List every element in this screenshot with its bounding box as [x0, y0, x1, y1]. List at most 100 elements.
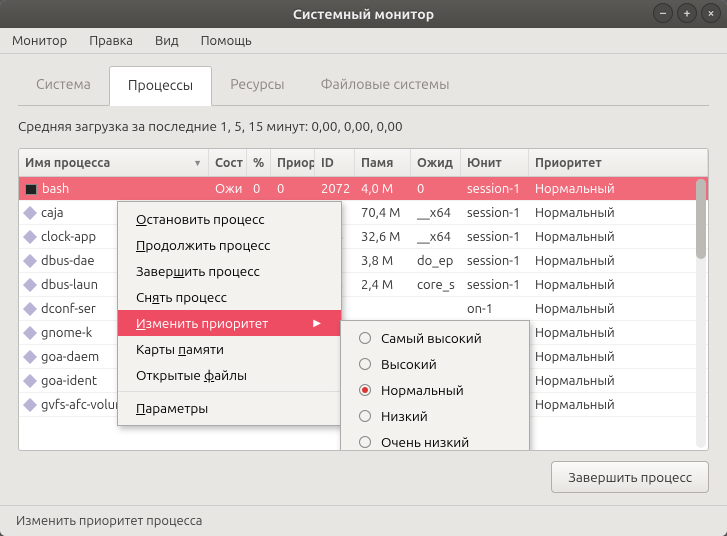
- cell-prio: 0: [271, 182, 315, 196]
- radio-icon: [359, 410, 371, 422]
- load-average-text: Средняя загрузка за последние 1, 5, 15 м…: [18, 118, 709, 134]
- cell-wait: do_ep: [411, 254, 461, 268]
- cell-unit: session-1: [461, 182, 529, 196]
- col-priority[interactable]: Приор: [271, 149, 315, 176]
- priority-submenu: Самый высокийВысокийНормальныйНизкийОчен…: [340, 320, 530, 451]
- col-id[interactable]: ID: [315, 149, 355, 176]
- cell-mem: 32,6 М: [355, 230, 411, 244]
- table-header: Имя процесса▼ Сост % Приор ID Памя Ожид …: [19, 149, 708, 177]
- cell-unit: session-1: [461, 206, 529, 220]
- cell-mem: 70,4 М: [355, 206, 411, 220]
- cell-nice: Нормальный: [529, 278, 708, 292]
- cell-cpu: 0: [247, 182, 271, 196]
- status-bar: Изменить приоритет процесса: [0, 505, 727, 536]
- app-window: Системный монитор – + × Монитор Правка В…: [0, 0, 727, 536]
- cell-nice: Нормальный: [529, 350, 708, 364]
- context-menu-item[interactable]: Карты памяти: [118, 336, 341, 362]
- cell-mem: 2,4 М: [355, 278, 411, 292]
- cell-nice: Нормальный: [529, 254, 708, 268]
- col-wait[interactable]: Ожид: [411, 149, 461, 176]
- menu-monitor[interactable]: Монитор: [8, 32, 71, 50]
- col-memory[interactable]: Памя: [355, 149, 411, 176]
- cell-nice: Нормальный: [529, 398, 708, 412]
- context-menu-item[interactable]: Изменить приоритет▶: [118, 310, 341, 336]
- col-status[interactable]: Сост: [209, 149, 247, 176]
- cell-nice: Нормальный: [529, 326, 708, 340]
- tab-processes[interactable]: Процессы: [109, 66, 212, 106]
- radio-icon: [359, 384, 371, 396]
- cell-mem: 4,0 М: [355, 182, 411, 196]
- cell-wait: __x64: [411, 230, 461, 244]
- col-cpu[interactable]: %: [247, 149, 271, 176]
- priority-option[interactable]: Нормальный: [341, 377, 529, 403]
- radio-icon: [359, 358, 371, 370]
- col-unit[interactable]: Юнит: [461, 149, 529, 176]
- maximize-button[interactable]: +: [677, 3, 697, 23]
- context-menu: Остановить процессПродолжить процессЗаве…: [117, 201, 342, 426]
- titlebar[interactable]: Системный монитор – + ×: [0, 0, 727, 28]
- process-icon: [23, 374, 37, 388]
- process-icon: [23, 326, 37, 340]
- tab-system[interactable]: Система: [18, 66, 109, 105]
- cell-wait: 0: [411, 182, 461, 196]
- tab-filesystems[interactable]: Файловые системы: [303, 66, 468, 105]
- cell-nice: Нормальный: [529, 182, 708, 196]
- minimize-button[interactable]: –: [653, 3, 673, 23]
- tab-resources[interactable]: Ресурсы: [212, 66, 302, 105]
- cell-unit: session-1: [461, 230, 529, 244]
- process-icon: [23, 254, 37, 268]
- process-table: Имя процесса▼ Сост % Приор ID Памя Ожид …: [18, 148, 709, 451]
- cell-nice: Нормальный: [529, 206, 708, 220]
- cell-unit: session-1: [461, 254, 529, 268]
- col-name[interactable]: Имя процесса▼: [19, 149, 209, 176]
- content-area: Система Процессы Ресурсы Файловые систем…: [0, 54, 727, 505]
- end-process-button[interactable]: Завершить процесс: [551, 461, 709, 493]
- context-menu-item[interactable]: Продолжить процесс: [118, 232, 341, 258]
- process-icon: [23, 398, 37, 412]
- window-title: Системный монитор: [293, 6, 434, 22]
- process-icon: [23, 230, 37, 244]
- priority-option[interactable]: Низкий: [341, 403, 529, 429]
- col-nice[interactable]: Приоритет: [529, 149, 708, 176]
- cell-wait: core_s: [411, 278, 461, 292]
- menu-view[interactable]: Вид: [151, 32, 183, 50]
- radio-icon: [359, 436, 371, 448]
- process-icon: [23, 278, 37, 292]
- cell-nice: Нормальный: [529, 302, 708, 316]
- radio-icon: [359, 332, 371, 344]
- cell-nice: Нормальный: [529, 374, 708, 388]
- cell-wait: __x64: [411, 206, 461, 220]
- table-row[interactable]: bashОжи0020724,0 М0session-1Нормальный: [19, 177, 708, 201]
- tab-bar: Система Процессы Ресурсы Файловые систем…: [18, 66, 709, 106]
- scrollbar-thumb[interactable]: [696, 179, 706, 259]
- window-buttons: – + ×: [653, 3, 721, 23]
- context-menu-item[interactable]: Остановить процесс: [118, 206, 341, 232]
- cell-status: Ожи: [209, 182, 247, 196]
- priority-option[interactable]: Высокий: [341, 351, 529, 377]
- scrollbar[interactable]: [696, 179, 706, 448]
- menubar: Монитор Правка Вид Помощь: [0, 28, 727, 54]
- cell-unit: on-1: [461, 302, 529, 316]
- context-menu-item[interactable]: Открытые файлы: [118, 362, 341, 388]
- cell-name: bash: [19, 182, 209, 196]
- menu-separator: [118, 391, 341, 392]
- process-icon: [23, 206, 37, 220]
- process-icon: [23, 302, 37, 316]
- menu-edit[interactable]: Правка: [85, 32, 137, 50]
- cell-nice: Нормальный: [529, 230, 708, 244]
- process-icon: [23, 350, 37, 364]
- submenu-arrow-icon: ▶: [299, 317, 321, 329]
- context-menu-item[interactable]: Снять процесс: [118, 284, 341, 310]
- context-menu-item[interactable]: Параметры: [118, 395, 341, 421]
- sort-indicator-icon: ▼: [193, 158, 202, 168]
- context-menu-item[interactable]: Завершить процесс: [118, 258, 341, 284]
- menu-help[interactable]: Помощь: [197, 32, 256, 50]
- terminal-icon: [25, 184, 37, 195]
- cell-unit: session-1: [461, 278, 529, 292]
- cell-mem: 3,8 М: [355, 254, 411, 268]
- footer-buttons: Завершить процесс: [18, 461, 709, 493]
- priority-option[interactable]: Самый высокий: [341, 325, 529, 351]
- close-button[interactable]: ×: [701, 3, 721, 23]
- priority-option[interactable]: Очень низкий: [341, 429, 529, 451]
- cell-id: 2072: [315, 182, 355, 196]
